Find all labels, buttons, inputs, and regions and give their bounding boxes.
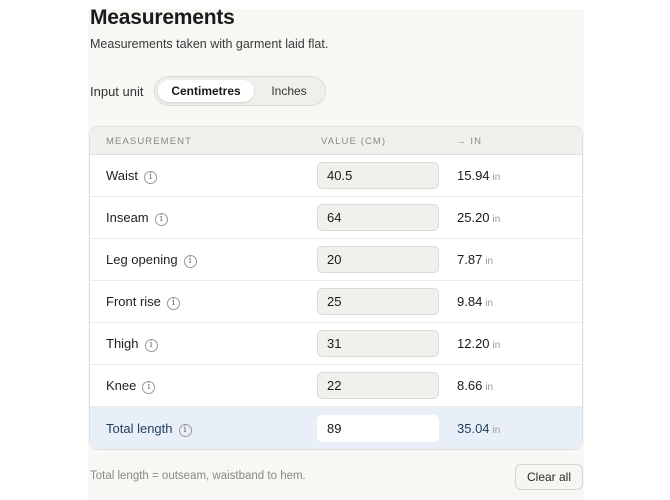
input-unit-label: Input unit	[90, 84, 144, 99]
measurement-name: Waist i	[106, 168, 158, 184]
inches-value: 12.20 in	[457, 336, 501, 351]
info-icon[interactable]: i	[154, 213, 168, 226]
measurement-name: Knee i	[106, 378, 156, 394]
table-row-front-rise: Front rise i 25 9.84 in	[90, 281, 582, 323]
clear-all-button[interactable]: Clear all	[515, 464, 583, 490]
thigh-value-input[interactable]: 31	[317, 330, 439, 357]
table-header: MEASUREMENT VALUE (CM) → IN	[90, 127, 582, 155]
page-title: Measurements	[90, 6, 235, 29]
table-row-thigh: Thigh i 31 12.20 in	[90, 323, 582, 365]
table-row-knee: Knee i 22 8.66 in	[90, 365, 582, 407]
inches-value: 7.87 in	[457, 252, 494, 267]
header-converted: → IN	[456, 136, 483, 147]
inches-value: 35.04 in	[457, 421, 501, 436]
waist-value-input[interactable]: 40.5	[317, 162, 439, 189]
table-row-waist: Waist i 40.5 15.94 in	[90, 155, 582, 197]
header-value: VALUE (CM)	[321, 136, 387, 147]
measurements-table: MEASUREMENT VALUE (CM) → IN Waist i 40.5 …	[89, 126, 583, 450]
info-icon[interactable]: i	[144, 339, 158, 352]
measurement-name: Leg opening i	[106, 252, 197, 268]
table-row-inseam: Inseam i 64 25.20 in	[90, 197, 582, 239]
info-icon[interactable]: i	[183, 255, 197, 268]
inches-value: 15.94 in	[457, 168, 501, 183]
info-icon[interactable]: i	[178, 424, 192, 437]
unit-toggle: Centimetres Inches	[154, 76, 326, 106]
header-measurement: MEASUREMENT	[106, 136, 192, 147]
page-subtitle: Measurements taken with garment laid fla…	[90, 37, 329, 51]
table-row-total-length: Total length i 89 35.04 in	[90, 407, 582, 449]
knee-value-input[interactable]: 22	[317, 372, 439, 399]
measurement-name: Total length i	[106, 421, 192, 437]
total-length-value-input[interactable]: 89	[317, 415, 439, 442]
inches-value: 9.84 in	[457, 294, 494, 309]
footnote: Total length = outseam, waistband to hem…	[90, 470, 306, 482]
measurement-name: Thigh i	[106, 336, 158, 352]
info-icon[interactable]: i	[144, 171, 158, 184]
unit-option-centimetres[interactable]: Centimetres	[158, 80, 254, 102]
info-icon[interactable]: i	[142, 381, 156, 394]
measurement-name: Front rise i	[106, 294, 180, 310]
front-rise-value-input[interactable]: 25	[317, 288, 439, 315]
measurement-name: Inseam i	[106, 210, 168, 226]
inseam-value-input[interactable]: 64	[317, 204, 439, 231]
inches-value: 8.66 in	[457, 378, 494, 393]
info-icon[interactable]: i	[166, 297, 180, 310]
table-row-leg-opening: Leg opening i 20 7.87 in	[90, 239, 582, 281]
inches-value: 25.20 in	[457, 210, 501, 225]
unit-option-inches[interactable]: Inches	[255, 80, 323, 102]
leg-opening-value-input[interactable]: 20	[317, 246, 439, 273]
